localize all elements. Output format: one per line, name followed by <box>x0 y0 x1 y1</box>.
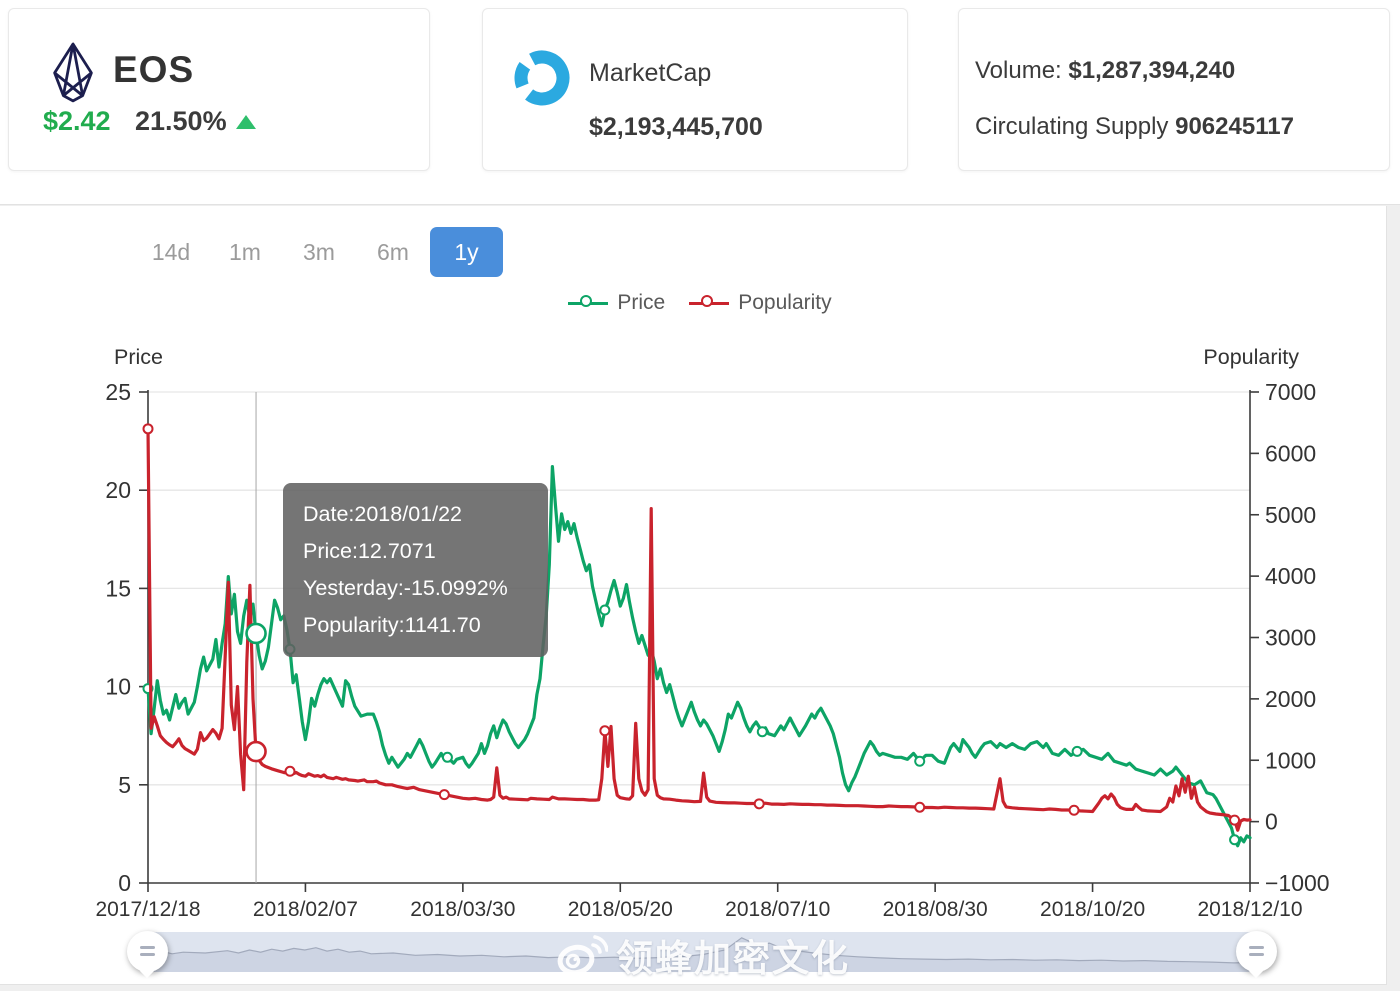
data-point-marker <box>284 765 296 777</box>
data-point-marker <box>914 801 926 813</box>
chart-tooltip: Date:2018/01/22 Price:12.7071 Yesterday:… <box>283 483 548 657</box>
navigator-mini-chart <box>150 937 1256 972</box>
legend-item-price[interactable]: Price <box>568 291 665 315</box>
x-axis-tick-label: 2018/02/07 <box>253 898 358 921</box>
range-button-3m[interactable]: 3m <box>282 227 356 277</box>
right-axis-title: Popularity <box>1203 345 1299 369</box>
navigator-track[interactable] <box>150 932 1256 972</box>
range-button-14d[interactable]: 14d <box>134 227 208 277</box>
range-button-1m[interactable]: 1m <box>208 227 282 277</box>
right-axis-tick-label: 5000 <box>1265 502 1316 528</box>
x-axis-tick-label: 2018/07/10 <box>725 898 830 921</box>
data-point-marker <box>1229 834 1241 846</box>
x-axis-tick-label: 2017/12/18 <box>95 898 200 921</box>
highlight-marker-popularity <box>245 740 267 763</box>
data-point-marker <box>142 423 154 435</box>
x-axis-tick-label: 2018/05/20 <box>568 898 673 921</box>
left-axis-tick-label: 20 <box>105 477 131 503</box>
navigator-right-handle[interactable] <box>1236 931 1277 972</box>
left-axis-tick-label: 0 <box>118 870 131 896</box>
page: EOS $2.42 21.50% MarketCap $2,193,445,70… <box>0 0 1400 991</box>
data-point-marker <box>756 726 768 738</box>
right-axis-tick-label: 3000 <box>1265 625 1316 651</box>
navigator-left-handle[interactable] <box>127 931 168 972</box>
legend-marker-icon <box>689 295 730 311</box>
data-point-marker <box>599 725 611 737</box>
data-point-marker <box>1068 804 1080 816</box>
legend-item-popularity[interactable]: Popularity <box>689 291 832 315</box>
range-button-1y[interactable]: 1y <box>430 227 503 277</box>
right-axis-tick-label: 7000 <box>1265 379 1316 405</box>
left-axis-tick-label: 15 <box>105 575 131 601</box>
left-axis-tick-label: 25 <box>105 379 131 405</box>
data-point-marker <box>914 755 926 767</box>
tooltip-date: Date:2018/01/22 <box>303 502 462 526</box>
data-point-marker <box>599 604 611 616</box>
data-point-marker <box>438 789 450 801</box>
tooltip-popularity: Popularity:1141.70 <box>303 613 481 637</box>
right-axis-tick-label: 6000 <box>1265 440 1316 466</box>
handle-grip-line <box>140 946 155 949</box>
right-axis-tick-label: 1000 <box>1265 747 1316 773</box>
handle-grip-line <box>1249 946 1264 949</box>
right-axis-tick-label: 4000 <box>1265 563 1316 589</box>
right-axis-tick-label: 0 <box>1265 809 1278 835</box>
tooltip-price: Price:12.7071 <box>303 539 436 563</box>
left-axis-tick-label: 10 <box>105 674 131 700</box>
chart-legend: Price Popularity <box>0 291 1400 315</box>
data-point-marker <box>1229 814 1241 826</box>
data-point-marker <box>753 798 765 810</box>
handle-grip-line <box>1249 953 1264 956</box>
x-axis-tick-label: 2018/03/30 <box>410 898 515 921</box>
right-axis-tick-label: −1000 <box>1265 870 1330 896</box>
legend-marker-icon <box>568 295 609 311</box>
x-axis-tick-label: 2018/08/30 <box>883 898 988 921</box>
time-range-selector: 14d 1m 3m 6m 1y <box>134 227 503 277</box>
data-point-marker <box>1071 745 1083 757</box>
left-axis-tick-label: 5 <box>118 772 131 798</box>
left-axis-title: Price <box>114 345 163 369</box>
tooltip-yesterday: Yesterday:-15.0992% <box>303 576 508 600</box>
x-axis-tick-label: 2018/12/10 <box>1197 898 1302 921</box>
x-axis-tick-label: 2018/10/20 <box>1040 898 1145 921</box>
highlight-marker-price <box>245 622 267 645</box>
right-axis-tick-label: 2000 <box>1265 686 1316 712</box>
handle-grip-line <box>140 953 155 956</box>
main-chart-canvas[interactable]: 0 5 10 15 20 25 −1000 0 1000 2000 3000 4000 5000 6000… <box>0 0 1400 991</box>
data-point-marker <box>441 751 453 763</box>
range-button-6m[interactable]: 6m <box>356 227 430 277</box>
